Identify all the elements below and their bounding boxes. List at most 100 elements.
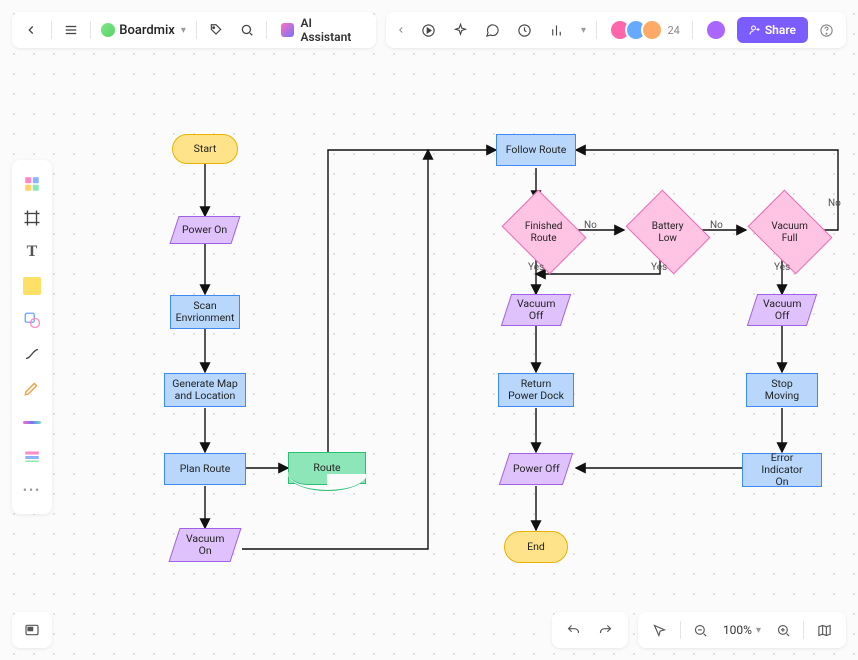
left-toolbar: T ••• — [12, 160, 52, 514]
text-icon: T — [27, 243, 38, 261]
node-label: Scan Envrionment — [176, 300, 235, 324]
share-label: Share — [765, 23, 796, 37]
text-tool[interactable]: T — [16, 236, 48, 268]
current-user-avatar[interactable] — [699, 19, 733, 41]
map-view-button[interactable] — [810, 616, 838, 644]
search-icon — [240, 23, 254, 37]
tag-button[interactable] — [203, 16, 230, 44]
edge-label-yes: Yes — [774, 262, 790, 273]
more-tools-button[interactable]: ••• — [16, 474, 48, 506]
node-stop-moving[interactable]: Stop Moving — [746, 373, 818, 407]
redo-button[interactable] — [592, 616, 620, 644]
chart-button[interactable] — [542, 16, 570, 44]
play-circle-icon — [421, 23, 436, 38]
canvas-area[interactable]: Start Power On Scan Envrionment Generate… — [0, 0, 858, 660]
zoom-in-button[interactable] — [769, 616, 797, 644]
node-label: Vacuum Off — [517, 298, 555, 322]
ai-logo-icon — [281, 23, 294, 37]
node-label: Follow Route — [506, 144, 567, 156]
node-label: Vacuum Off — [763, 298, 801, 322]
frame-tool[interactable] — [16, 202, 48, 234]
zoom-level-label: 100% — [723, 623, 752, 637]
node-error-indicator-on[interactable]: Error Indicator On — [742, 453, 822, 487]
avatar-extra-count: 24 — [667, 24, 679, 37]
history-icon — [517, 23, 532, 38]
node-plan-route[interactable]: Plan Route — [164, 453, 246, 485]
node-follow-route[interactable]: Follow Route — [496, 134, 576, 166]
shapes-tool[interactable] — [16, 304, 48, 336]
comment-icon — [485, 23, 500, 38]
node-power-off[interactable]: Power Off — [499, 453, 573, 485]
help-button[interactable] — [812, 16, 840, 44]
dots-horizontal-icon: ••• — [23, 483, 41, 497]
history-button[interactable] — [510, 16, 538, 44]
node-vacuum-off-left[interactable]: Vacuum Off — [501, 294, 571, 326]
bottom-left-group — [12, 612, 52, 648]
node-vacuum-on[interactable]: Vacuum On — [168, 528, 241, 562]
map-icon — [817, 623, 832, 638]
node-power-on[interactable]: Power On — [169, 216, 240, 244]
hamburger-menu-button[interactable] — [58, 16, 85, 44]
chevron-down-icon: ▾ — [756, 625, 761, 636]
node-label: Power On — [182, 224, 227, 236]
node-return-power-dock[interactable]: Return Power Dock — [498, 373, 574, 407]
node-start[interactable]: Start — [172, 134, 238, 164]
pointer-mode-button[interactable] — [646, 616, 674, 644]
highlighter-tool[interactable] — [16, 406, 48, 438]
prev-button[interactable] — [392, 16, 410, 44]
node-vacuum-off-right[interactable]: Vacuum Off — [747, 294, 817, 326]
bottom-right-group: 100% ▾ — [552, 612, 846, 648]
minimap-button[interactable] — [18, 616, 46, 644]
node-label: Finished Route — [517, 221, 571, 244]
edge-label-yes: Yes — [528, 262, 544, 273]
node-label: Battery Low — [641, 221, 695, 244]
connector-tool[interactable] — [16, 338, 48, 370]
node-label: Vacuum On — [186, 533, 224, 557]
chevron-down-icon: ▾ — [581, 25, 586, 36]
node-label: Power Off — [513, 463, 560, 475]
share-button[interactable]: Share — [737, 17, 808, 43]
document-title-dropdown[interactable]: Boardmix ▾ — [97, 23, 190, 38]
node-battery-low[interactable]: Battery Low — [626, 190, 711, 275]
node-scan-environment[interactable]: Scan Envrionment — [170, 295, 240, 329]
pen-icon — [23, 379, 41, 397]
node-label: Plan Route — [180, 463, 231, 475]
sparkle-button[interactable] — [446, 16, 474, 44]
node-route-document[interactable]: Route — [288, 452, 366, 484]
node-label: Stop Moving — [753, 378, 811, 402]
node-label: Return Power Dock — [508, 378, 564, 402]
node-label: Start — [194, 143, 217, 155]
node-generate-map[interactable]: Generate Map and Location — [164, 373, 246, 407]
avatar — [705, 19, 727, 41]
sticky-note-tool[interactable] — [16, 270, 48, 302]
more-dropdown-button[interactable]: ▾ — [574, 16, 590, 44]
pen-tool[interactable] — [16, 372, 48, 404]
zoom-out-button[interactable] — [687, 616, 715, 644]
zoom-level-dropdown[interactable]: 100% ▾ — [719, 623, 765, 637]
gradient-line-icon — [23, 421, 41, 424]
search-button[interactable] — [234, 16, 261, 44]
templates-tool[interactable] — [16, 168, 48, 200]
undo-icon — [566, 623, 581, 638]
help-icon — [819, 23, 834, 38]
table-tool[interactable] — [16, 440, 48, 472]
chevron-left-icon — [24, 23, 38, 37]
menu-icon — [64, 23, 78, 37]
comment-button[interactable] — [478, 16, 506, 44]
ai-assistant-button[interactable]: AI Assistant — [273, 16, 370, 44]
edge-label-no: No — [828, 198, 841, 209]
top-bar-right-group: ▾ 24 Share — [386, 12, 846, 48]
user-plus-icon — [749, 24, 761, 36]
shapes-icon — [23, 311, 41, 329]
document-title: Boardmix — [119, 23, 175, 38]
play-button[interactable] — [414, 16, 442, 44]
edge-label-no: No — [710, 220, 723, 231]
back-button[interactable] — [18, 16, 45, 44]
edge-label-no: No — [584, 220, 597, 231]
undo-button[interactable] — [560, 616, 588, 644]
edge-label-yes: Yes — [651, 262, 667, 273]
top-bar: Boardmix ▾ AI Assistant — [12, 12, 846, 48]
node-end[interactable]: End — [504, 531, 568, 563]
collaborator-avatars[interactable]: 24 — [603, 19, 685, 41]
frame-icon — [23, 209, 41, 227]
